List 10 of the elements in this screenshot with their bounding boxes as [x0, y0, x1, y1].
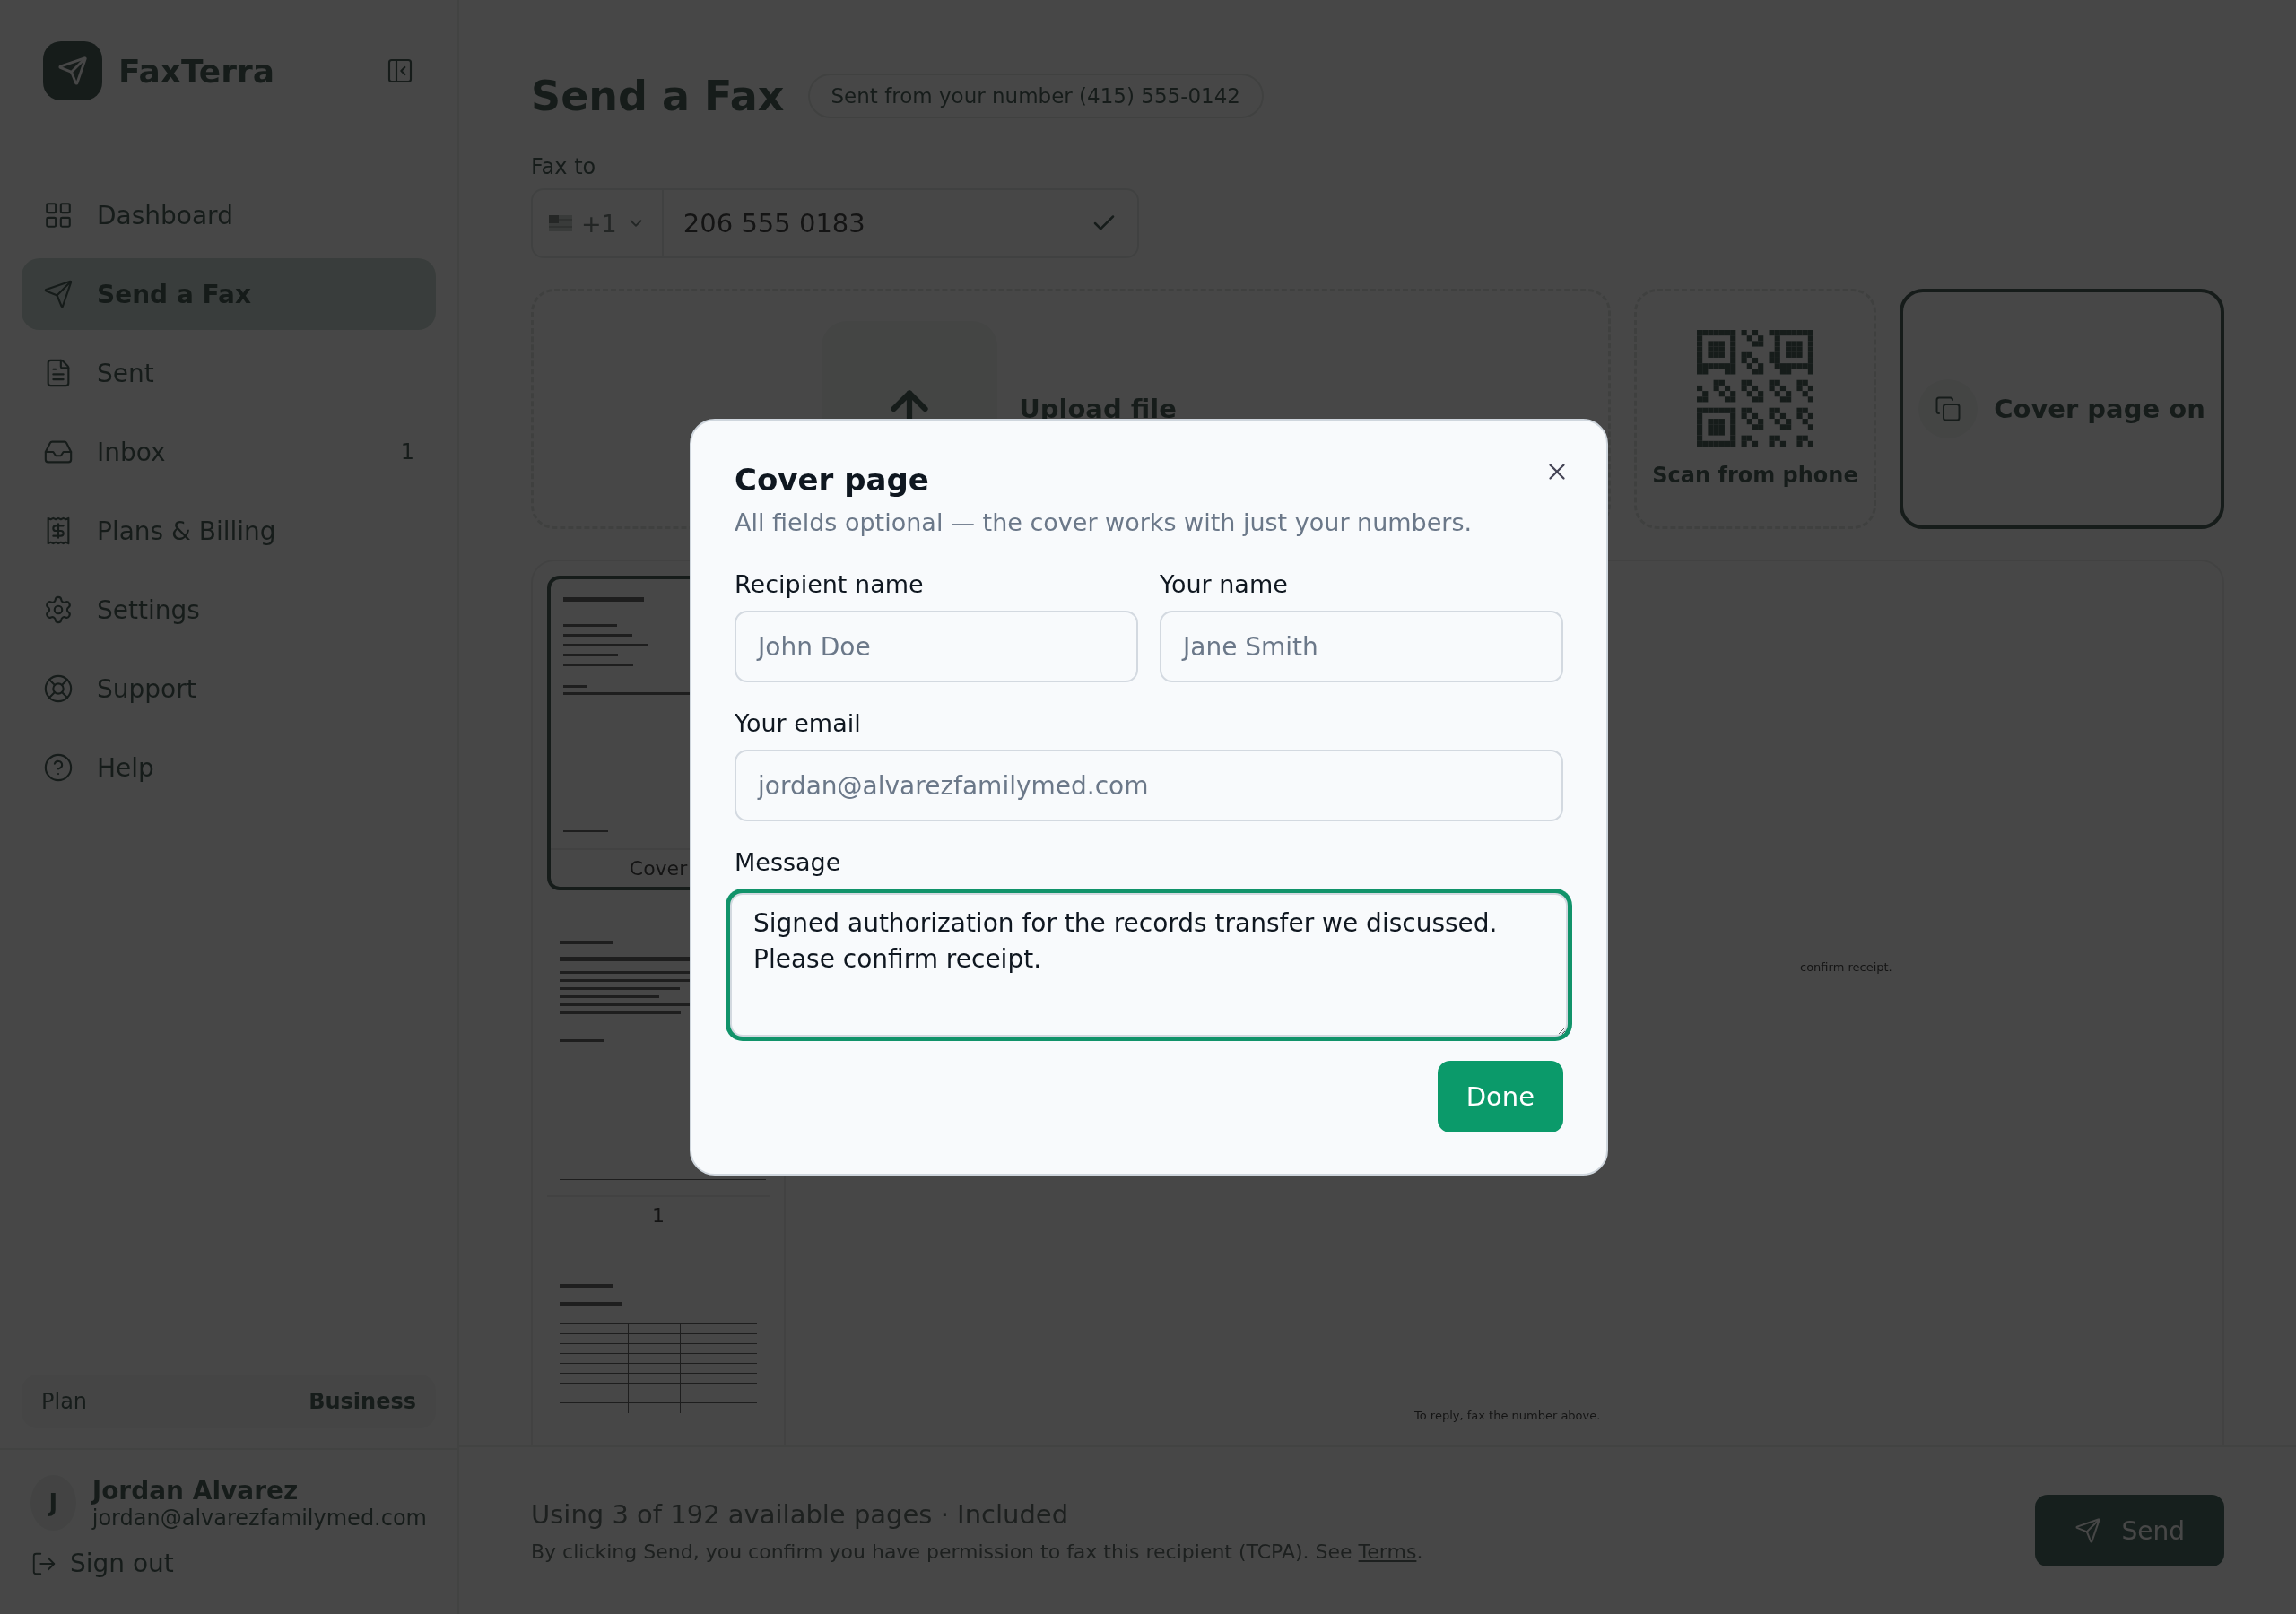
dialog-title: Cover page — [735, 462, 929, 498]
done-button[interactable]: Done — [1437, 1061, 1563, 1132]
message-field[interactable]: Signed authorization for the records transfer we discussed. Please confirm receipt. — [730, 893, 1568, 1037]
input-field[interactable]: John Doe — [735, 611, 1138, 682]
field-label: Recipient name — [735, 570, 925, 598]
input-field[interactable]: jordan@alvarezfamilymed.com — [735, 750, 1563, 821]
field-label: Your name — [1160, 570, 1289, 598]
dialog-subtitle: All fields optional — the cover works with just your numbers. — [735, 508, 1474, 536]
input-field[interactable]: Jane Smith — [1160, 611, 1563, 682]
field-label: Your email — [735, 709, 862, 737]
